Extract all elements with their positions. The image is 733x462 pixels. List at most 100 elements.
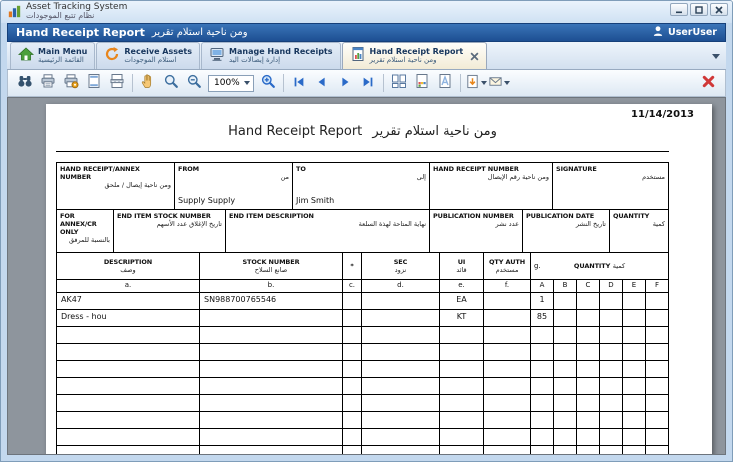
send-email-button[interactable] (488, 72, 510, 94)
page-color-button[interactable] (411, 72, 433, 94)
cell-description: AK47 (57, 293, 200, 309)
report-date: 11/14/2013 (46, 109, 712, 120)
page-setup-button[interactable] (60, 72, 82, 94)
report-title-english: Hand Receipt Report (228, 124, 362, 139)
field-annex-number: HAND RECEIPT/ANNEX NUMBER ومن ناحية إيصا… (57, 163, 175, 209)
zoom-level-select[interactable]: 100% (208, 75, 254, 92)
zoom-level-value: 100% (214, 78, 240, 88)
close-red-x-icon (701, 74, 716, 93)
toolbar-separator (383, 74, 384, 92)
tab-manage-hand-receipts[interactable]: Manage Hand Receipts إدارة إيصالات اليد (201, 42, 341, 69)
report-title-arabic: ومن ناحية استلام تقرير (372, 124, 496, 139)
cell-description: Dress - hou (57, 310, 200, 326)
column-header-description: DESCRIPTION وصف (57, 253, 200, 279)
report-title: Hand Receipt Report ومن ناحية استلام تقر… (56, 124, 669, 139)
app-header: Hand Receipt Report ومن ناحية استلام تقر… (7, 23, 726, 42)
chevron-down-icon (244, 81, 250, 85)
tab-overflow-button[interactable] (709, 49, 723, 63)
user-menu[interactable]: UserUser (652, 25, 717, 40)
to-value: Jim Smith (296, 196, 426, 207)
letter-f: f. (484, 280, 531, 292)
close-preview-button[interactable] (697, 72, 719, 94)
chevron-down-icon (712, 54, 720, 59)
page-title: Hand Receipt Report (16, 26, 145, 39)
previous-page-icon (315, 74, 329, 93)
first-page-button[interactable] (288, 72, 310, 94)
export-document-button[interactable] (465, 72, 487, 94)
zoom-in-icon (260, 73, 276, 93)
card-reader-icon (209, 46, 225, 66)
next-page-button[interactable] (334, 72, 356, 94)
header-footer-button[interactable] (83, 72, 105, 94)
next-page-icon (338, 74, 352, 93)
multiple-pages-button[interactable] (388, 72, 410, 94)
user-name: UserUser (668, 27, 717, 38)
header-footer-icon (86, 73, 102, 93)
window-title-arabic: نظام تتبع الموجودات (26, 12, 127, 20)
letter-d: d. (362, 280, 440, 292)
tab-hand-receipt-report[interactable]: Hand Receipt Report ومن ناحية استلام تقر… (342, 42, 488, 69)
letter-e: e. (440, 280, 484, 292)
field-end-item-description: END ITEM DESCRIPTION نهاية المتاحة لهذة … (226, 210, 430, 252)
field-for-annex: FOR ANNEX/CR ONLY بالنسبة للمرفق (57, 210, 114, 252)
magnifier-icon (163, 73, 179, 93)
cell-stock-number: SN988700765546 (200, 293, 343, 309)
report-title-rule (56, 151, 669, 152)
cell-ui: KT (440, 310, 484, 326)
last-page-icon (361, 74, 375, 93)
magnifier-button[interactable] (160, 72, 182, 94)
receive-assets-icon (104, 46, 120, 66)
scale-button[interactable] (106, 72, 128, 94)
zoom-out-icon (186, 73, 202, 93)
app-window: Asset Tracking System نظام تتبع الموجودا… (0, 0, 733, 462)
export-icon (465, 74, 480, 93)
hand-tool-button[interactable] (137, 72, 159, 94)
letter-qty-b: B (554, 280, 577, 292)
window-titlebar: Asset Tracking System نظام تتبع الموجودا… (1, 1, 732, 23)
search-binoculars-icon (17, 73, 33, 93)
tab-close-icon[interactable] (470, 52, 479, 61)
column-header-qty-auth: QTY AUTH مستخدم (484, 253, 531, 279)
table-row-empty (57, 378, 668, 395)
table-row-empty (57, 395, 668, 412)
print-button[interactable] (37, 72, 59, 94)
toolbar-separator (460, 74, 461, 92)
printer-icon (40, 73, 56, 93)
tab-bar: Main Menu القائمة الرئيسية Receive Asset… (7, 42, 726, 70)
tab-main-menu[interactable]: Main Menu القائمة الرئيسية (10, 42, 95, 69)
zoom-in-button[interactable] (257, 72, 279, 94)
table-row-empty (57, 327, 668, 344)
last-page-button[interactable] (357, 72, 379, 94)
chevron-down-icon (504, 81, 510, 85)
watermark-icon (437, 73, 453, 93)
minimize-button[interactable] (670, 3, 688, 16)
scale-icon (109, 73, 125, 93)
report-page: 11/14/2013 Hand Receipt Report ومن ناحية… (46, 104, 712, 455)
table-row: Dress - hou KT 85 (57, 310, 668, 327)
page-setup-icon (63, 73, 79, 93)
letter-qty-a: A (531, 280, 554, 292)
tab-receive-assets[interactable]: Receive Assets استلام الموجودات (96, 42, 200, 69)
report-toolbar: 100% (7, 70, 726, 97)
cell-qty-a: 85 (531, 310, 554, 326)
toolbar-separator (283, 74, 284, 92)
search-button[interactable] (14, 72, 36, 94)
close-button[interactable] (710, 3, 728, 16)
table-row-empty (57, 446, 668, 455)
field-receipt-number: HAND RECEIPT NUMBER ومن ناحية رقم الإيصا… (430, 163, 553, 209)
zoom-out-button[interactable] (183, 72, 205, 94)
report-viewer[interactable]: 11/14/2013 Hand Receipt Report ومن ناحية… (7, 97, 726, 455)
column-header-quantity-group: g. QUANTITY كمية (531, 253, 668, 279)
table-row-empty (57, 361, 668, 378)
letter-qty-d: D (600, 280, 623, 292)
field-to: TO إلى Jim Smith (293, 163, 430, 209)
letter-qty-c: C (577, 280, 600, 292)
user-icon (652, 25, 664, 40)
watermark-button[interactable] (434, 72, 456, 94)
maximize-button[interactable] (690, 3, 708, 16)
home-icon (18, 46, 34, 66)
email-icon (488, 74, 503, 93)
previous-page-button[interactable] (311, 72, 333, 94)
hand-receipt-form: HAND RECEIPT/ANNEX NUMBER ومن ناحية إيصا… (56, 162, 669, 455)
letter-qty-e: E (623, 280, 646, 292)
